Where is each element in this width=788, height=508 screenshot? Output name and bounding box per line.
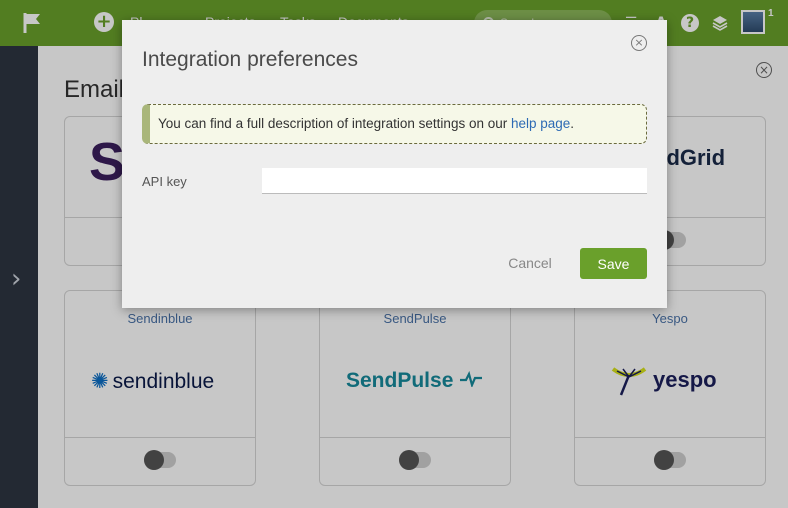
dialog-title: Integration preferences (142, 48, 358, 71)
api-key-label: API key (142, 174, 187, 189)
help-page-link[interactable]: help page (511, 116, 570, 131)
close-icon[interactable]: × (631, 35, 647, 51)
api-key-input[interactable] (262, 168, 647, 194)
cancel-button[interactable]: Cancel (494, 248, 566, 278)
save-button[interactable]: Save (580, 248, 647, 279)
integration-preferences-dialog: Integration preferences × You can find a… (122, 20, 667, 308)
info-message: You can find a full description of integ… (142, 104, 647, 144)
